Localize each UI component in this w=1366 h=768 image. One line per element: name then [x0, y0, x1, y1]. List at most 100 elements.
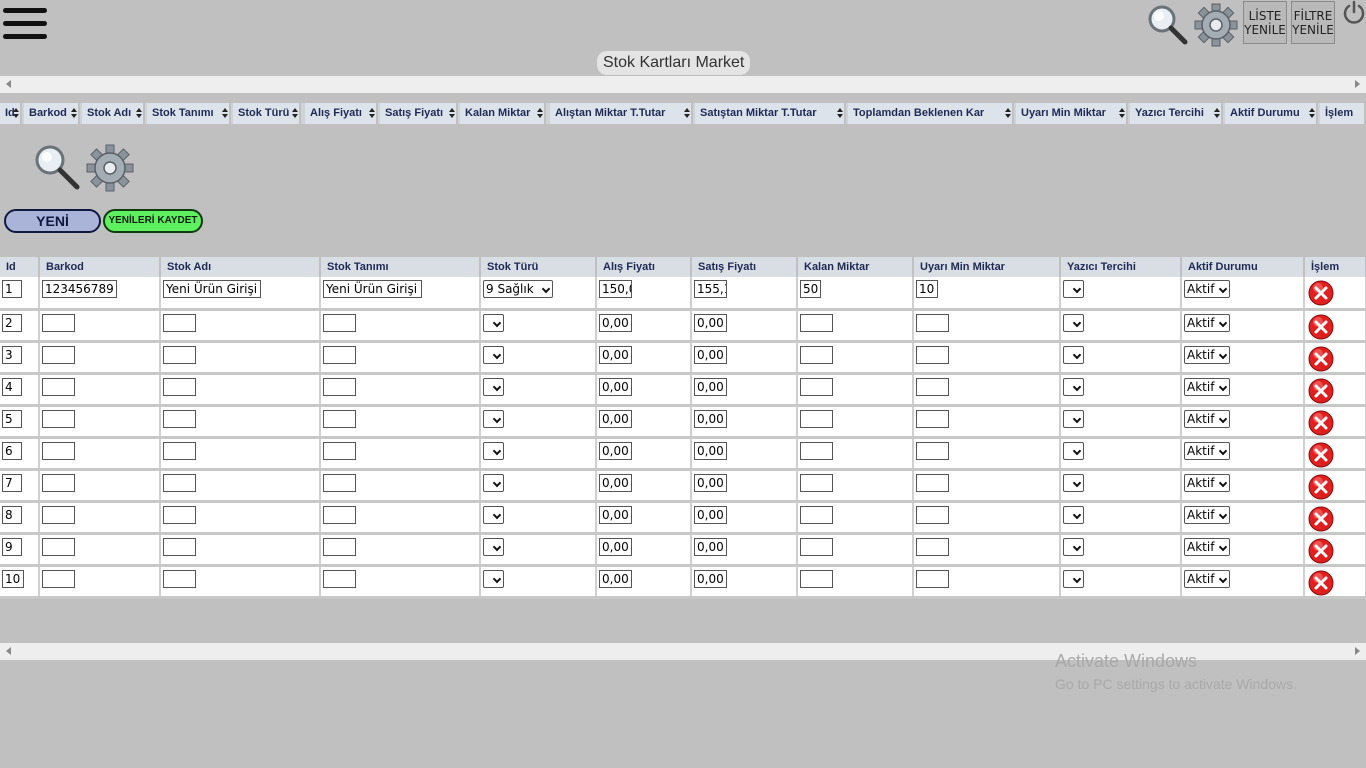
id-field[interactable]: 4: [2, 377, 22, 396]
stock-type-select[interactable]: [483, 473, 504, 492]
sort-column-11[interactable]: Uyarı Min Miktar: [1016, 103, 1128, 124]
sort-column-7[interactable]: Kalan Miktar: [460, 103, 546, 124]
delete-icon[interactable]: [1308, 474, 1334, 498]
stock-description-field[interactable]: [323, 313, 356, 332]
barcode-field[interactable]: [42, 441, 75, 460]
purchase-price-field[interactable]: 0,00: [599, 345, 632, 364]
stock-type-select[interactable]: [483, 569, 504, 588]
sale-price-field[interactable]: 0,00: [694, 505, 727, 524]
sort-column-8[interactable]: Alıştan Miktar T.Tutar: [550, 103, 693, 124]
sort-column-2[interactable]: Stok Adı: [82, 103, 145, 124]
barcode-field[interactable]: 123456789: [42, 280, 117, 298]
stock-type-select[interactable]: [483, 345, 504, 364]
min-warning-qty-field[interactable]: [916, 377, 949, 396]
active-status-select[interactable]: Aktif: [1184, 537, 1230, 556]
printer-preference-select[interactable]: [1063, 313, 1084, 332]
stock-name-field[interactable]: [163, 377, 196, 396]
printer-preference-select[interactable]: [1063, 473, 1084, 492]
power-icon[interactable]: [1341, 0, 1366, 26]
printer-preference-select[interactable]: [1063, 505, 1084, 524]
barcode-field[interactable]: [42, 345, 75, 364]
active-status-select[interactable]: Aktif: [1184, 505, 1230, 524]
search-icon[interactable]: [1145, 2, 1189, 46]
sale-price-field[interactable]: 0,00: [694, 345, 727, 364]
scroll-left-arrow-icon[interactable]: [6, 647, 11, 655]
purchase-price-field[interactable]: 0,00: [599, 441, 632, 460]
stock-name-field[interactable]: [163, 505, 196, 524]
stock-description-field[interactable]: [323, 537, 356, 556]
active-status-select[interactable]: Aktif: [1184, 441, 1230, 460]
gear-icon[interactable]: [1193, 2, 1238, 47]
stock-description-field[interactable]: [323, 473, 356, 492]
active-status-select[interactable]: Aktif: [1184, 569, 1230, 588]
stock-type-select[interactable]: [483, 377, 504, 396]
remaining-qty-field[interactable]: [800, 345, 833, 364]
printer-preference-select[interactable]: [1063, 377, 1084, 396]
stock-type-select[interactable]: 9 Sağlık: [483, 280, 553, 298]
new-button[interactable]: YENİ: [4, 209, 101, 233]
id-field[interactable]: 8: [2, 505, 22, 524]
stock-name-field[interactable]: [163, 313, 196, 332]
remaining-qty-field[interactable]: [800, 441, 833, 460]
sort-column-13[interactable]: Aktif Durumu: [1225, 103, 1318, 124]
sale-price-field[interactable]: 0,00: [694, 441, 727, 460]
stock-name-field[interactable]: [163, 441, 196, 460]
sale-price-field[interactable]: 0,00: [694, 569, 727, 588]
barcode-field[interactable]: [42, 377, 75, 396]
remaining-qty-field[interactable]: [800, 473, 833, 492]
purchase-price-field[interactable]: 0,00: [599, 473, 632, 492]
filter-settings-gear-icon[interactable]: [84, 142, 136, 194]
id-field[interactable]: 1: [2, 280, 22, 298]
active-status-select[interactable]: Aktif: [1184, 377, 1230, 396]
stock-description-field[interactable]: Yeni Ürün Girişi: [323, 280, 422, 298]
sale-price-field[interactable]: 155,10: [694, 280, 727, 298]
remaining-qty-field[interactable]: 50: [800, 280, 821, 298]
save-new-button[interactable]: YENİLERİ KAYDET: [103, 209, 203, 233]
barcode-field[interactable]: [42, 505, 75, 524]
remaining-qty-field[interactable]: [800, 409, 833, 428]
sort-column-5[interactable]: Alış Fiyatı: [305, 103, 378, 124]
id-field[interactable]: 5: [2, 409, 22, 428]
min-warning-qty-field[interactable]: [916, 441, 949, 460]
scroll-right-arrow-icon[interactable]: [1355, 80, 1360, 88]
filter-search-icon[interactable]: [32, 142, 82, 192]
stock-description-field[interactable]: [323, 569, 356, 588]
scroll-left-arrow-icon[interactable]: [6, 80, 11, 88]
stock-name-field[interactable]: [163, 345, 196, 364]
sort-column-3[interactable]: Stok Tanımı: [147, 103, 231, 124]
barcode-field[interactable]: [42, 537, 75, 556]
active-status-select[interactable]: Aktif: [1184, 280, 1230, 298]
active-status-select[interactable]: Aktif: [1184, 313, 1230, 332]
printer-preference-select[interactable]: [1063, 569, 1084, 588]
delete-icon[interactable]: [1308, 570, 1334, 594]
stock-name-field[interactable]: [163, 473, 196, 492]
purchase-price-field[interactable]: 0,00: [599, 377, 632, 396]
printer-preference-select[interactable]: [1063, 280, 1084, 298]
sale-price-field[interactable]: 0,00: [694, 537, 727, 556]
remaining-qty-field[interactable]: [800, 569, 833, 588]
sort-column-9[interactable]: Satıştan Miktar T.Tutar: [695, 103, 846, 124]
scroll-right-arrow-icon[interactable]: [1355, 647, 1360, 655]
stock-name-field[interactable]: [163, 409, 196, 428]
id-field[interactable]: 7: [2, 473, 22, 492]
sort-column-4[interactable]: Stok Türü: [233, 103, 301, 124]
sort-column-0[interactable]: Id: [0, 103, 22, 124]
purchase-price-field[interactable]: 0,00: [599, 409, 632, 428]
min-warning-qty-field[interactable]: [916, 537, 949, 556]
menu-icon[interactable]: [3, 8, 47, 42]
delete-icon[interactable]: [1308, 410, 1334, 434]
barcode-field[interactable]: [42, 409, 75, 428]
delete-icon[interactable]: [1308, 346, 1334, 370]
remaining-qty-field[interactable]: [800, 377, 833, 396]
stock-type-select[interactable]: [483, 409, 504, 428]
stock-name-field[interactable]: [163, 537, 196, 556]
purchase-price-field[interactable]: 0,00: [599, 313, 632, 332]
list-refresh-button[interactable]: LİSTE YENİLE: [1243, 1, 1287, 44]
purchase-price-field[interactable]: 150,00: [599, 280, 632, 298]
sale-price-field[interactable]: 0,00: [694, 409, 727, 428]
delete-icon[interactable]: [1308, 442, 1334, 466]
min-warning-qty-field[interactable]: [916, 569, 949, 588]
filter-refresh-button[interactable]: FİLTRE YENİLE: [1291, 1, 1335, 44]
printer-preference-select[interactable]: [1063, 537, 1084, 556]
id-field[interactable]: 6: [2, 441, 22, 460]
